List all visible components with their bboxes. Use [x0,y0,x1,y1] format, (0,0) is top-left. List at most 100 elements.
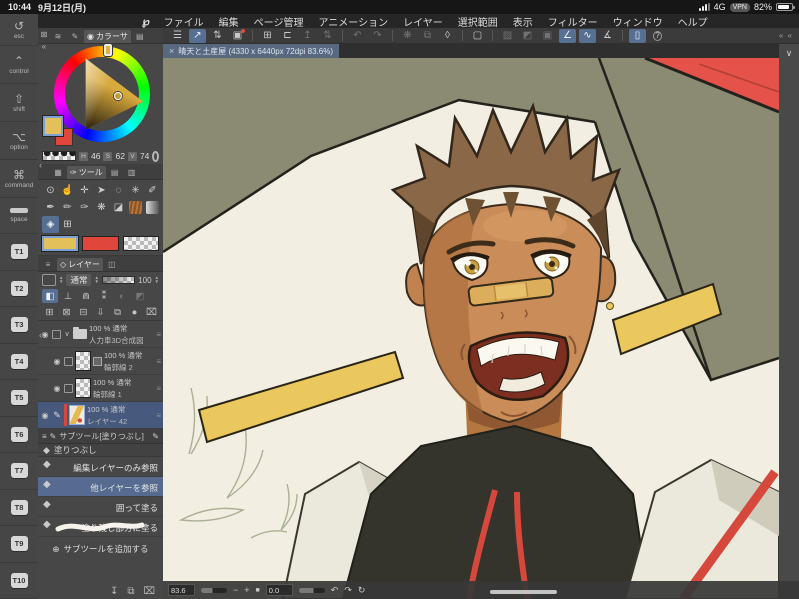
t2-key[interactable]: T2 [0,271,38,307]
panel-collapse-icon[interactable]: « [42,42,46,51]
canvas-tab[interactable]: × 晴天と土産屋 (4330 x 6440px 72dpi 83.6%) [163,44,340,58]
panel-close-icon[interactable]: ⊠ [41,30,48,39]
delete-subtool-button[interactable]: ⌧ [143,586,155,597]
subtool-edit-icon[interactable]: ✎ [152,432,159,441]
lock-layer-button[interactable]: ⋒ [78,289,94,303]
tab-color-slider[interactable]: ≋ [50,30,66,43]
auto-select-tool[interactable]: ✳ [127,182,144,199]
layer-panel-menu[interactable]: ≡ [40,258,56,271]
screenshot-button[interactable]: ▣ [229,28,246,43]
lasso-tool[interactable]: ◌ [110,182,127,199]
tab-tool[interactable]: ✑ ツール [67,166,106,179]
menu-animation[interactable]: アニメーション [318,14,388,29]
expand-selection-button[interactable]: ▣ [539,29,556,43]
esc-key[interactable]: ↺ esc [0,14,38,46]
menu-filter[interactable]: フィルター [548,14,598,29]
menu-help[interactable]: ヘルプ [678,14,708,29]
tab-tool-extra-2[interactable]: ▥ [124,166,140,179]
option-key[interactable]: ⌥ option [0,122,38,160]
transfer-down-button[interactable]: ⇩ [93,305,108,319]
processing-button[interactable]: ❋ [399,29,416,43]
t9-key[interactable]: T9 [0,526,38,563]
home-indicator[interactable] [490,590,557,594]
edit-in-app-button[interactable]: ↗ [189,28,206,43]
layer-visibility-icon[interactable]: ◉ [40,411,50,420]
t3-key[interactable]: T3 [0,307,38,344]
operation-tool[interactable]: ➤ [93,182,110,199]
snap-to-grid-button[interactable]: ∡ [599,29,616,43]
tab-color-set[interactable]: ✎ [67,30,83,43]
fit-to-screen-button[interactable]: ■ [256,587,260,594]
blend-mode-select[interactable]: 通常 [66,274,92,286]
brush-tool[interactable]: ✑ [76,199,93,216]
color-picker-icon[interactable] [152,150,159,162]
t1-key[interactable]: T1 [0,234,38,271]
t6-key[interactable]: T6 [0,417,38,453]
duplicate-button[interactable]: ⧉ [419,29,436,43]
t5-key[interactable]: T5 [0,380,38,417]
subtool-tab-label[interactable]: サブツール[塗りつぶし] [59,431,144,442]
sub-color-large-swatch[interactable] [82,236,119,251]
blend-stepper[interactable]: ▲ ▼ [94,275,98,284]
rotation-slider[interactable] [298,587,325,593]
command-key[interactable]: ⌘ command [0,160,38,198]
snap-to-ruler-button[interactable]: ∠ [559,28,576,43]
redo-button[interactable]: ↷ [369,29,386,43]
canvas-artwork[interactable] [163,58,779,599]
eraser-tool[interactable]: ◪ [110,199,127,216]
zoom-in-button[interactable]: + [244,585,249,595]
saturation-value[interactable]: 62 [115,151,124,161]
opacity-slider[interactable] [101,276,136,284]
tab-layer-property[interactable]: ◫ [104,258,120,271]
subtool-item[interactable]: ◆ 編集レイヤーのみ参照 [38,457,163,477]
clip-studio-logo-icon[interactable]: ℘ [142,15,150,28]
rotate-ccw-button[interactable]: ↶ [331,585,339,596]
rotation-value-field[interactable]: 0.0 [265,584,293,596]
hand-tool[interactable]: ☝ [59,182,76,199]
right-dock-strip[interactable]: ∨ [779,44,799,599]
combine-mode-icon[interactable] [42,274,56,286]
clip-to-layer-below-button[interactable]: ⊥ [60,289,76,303]
deselect-button[interactable]: ▨ [499,29,516,43]
invert-selection-button[interactable]: ◩ [519,29,536,43]
hue-value[interactable]: 46 [91,151,100,161]
layer-drag-handle[interactable]: ≡ [156,357,161,366]
zoom-tool[interactable]: ⊙ [42,182,59,199]
zoom-value-field[interactable]: 83.6 [168,584,195,596]
new-layer-settings-button[interactable]: ⊠ [59,305,74,319]
eyedropper-tool[interactable]: ✐ [144,182,161,199]
opacity-stepper[interactable]: ▲ ▼ [155,275,159,284]
layer-row[interactable]: ◉ 100 % 通常 輪郭線 2 ≡ [38,348,163,375]
layer-drag-handle[interactable]: ≡ [156,384,161,393]
t7-key[interactable]: T7 [0,453,38,490]
menu-selection[interactable]: 選択範囲 [458,14,498,29]
layer-select-mode-button[interactable]: ◧ [42,289,58,303]
combine-stepper[interactable]: ▲ ▼ [59,275,63,284]
merge-down-button[interactable]: ⧉ [110,305,125,319]
panel-drag-handle[interactable]: ‹ [39,160,42,170]
layer-checkbox[interactable] [64,356,73,366]
tab-layer[interactable]: ◇ レイヤー [57,258,103,271]
workspace-switch-button[interactable]: ⇅ [209,29,226,43]
save-upload-button[interactable]: ↥ [299,29,316,43]
layer-row-selected[interactable]: ◉ ✎ 100 % 通常 レイヤー 42 ≡ [38,402,163,429]
main-color-swatch[interactable] [43,116,63,136]
zoom-out-button[interactable]: − [233,585,238,595]
save-switch-button[interactable]: ⇅ [319,29,336,43]
pencil-tool[interactable]: ✏ [59,199,76,216]
add-subtool-button[interactable]: ⊕ サブツールを追加する [38,537,163,561]
tab-color-history[interactable]: ▤ [132,30,148,43]
opacity-value[interactable]: 100 [138,276,151,285]
open-file-button[interactable]: ⊏ [279,29,296,43]
close-tab-icon[interactable]: × [169,46,174,56]
undo-button[interactable]: ↶ [349,29,366,43]
subtool-item-selected[interactable]: ◆ 他レイヤーを参照 [38,477,163,497]
lock-transparent-pixels-button[interactable]: ⁑ [96,289,112,303]
gradient-tool[interactable] [144,199,161,216]
duplicate-subtool-button[interactable]: ⧉ [127,586,134,597]
gesture-help-button[interactable]: ? [649,29,666,43]
subtool-item[interactable]: ◆ 塗り残し部分に塗る [38,517,163,537]
new-folder-button[interactable]: ⊟ [76,305,91,319]
device-display-button[interactable]: ▯ [629,28,646,43]
fill-tool[interactable]: ◈ [42,216,59,233]
